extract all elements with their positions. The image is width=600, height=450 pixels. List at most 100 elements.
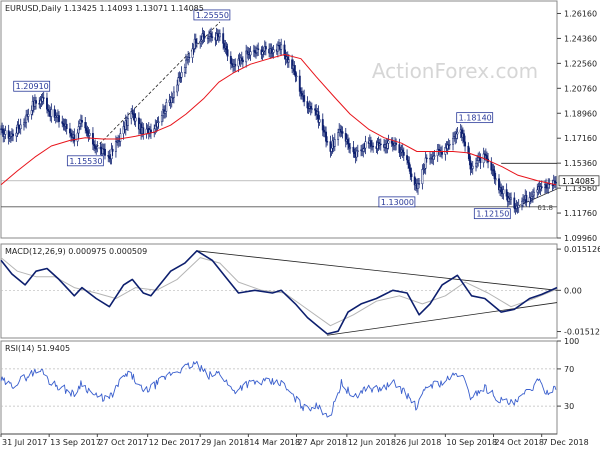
macd-tick-label: 0.015126 xyxy=(564,245,600,254)
candle-body xyxy=(418,183,421,185)
candle-body xyxy=(505,189,508,197)
candle-body xyxy=(401,149,404,153)
candle-body xyxy=(195,42,198,45)
candle-body xyxy=(468,153,471,162)
x-tick-label: 10 Sep 2018 xyxy=(446,438,497,447)
candle-body xyxy=(81,120,83,123)
rsi-tick-label: 100 xyxy=(564,337,579,346)
candle-body xyxy=(521,200,523,206)
candle-body xyxy=(30,110,33,115)
candle-body xyxy=(554,181,557,184)
candle-body xyxy=(533,191,535,196)
candle-body xyxy=(333,139,336,147)
x-tick-label: 12 Jun 2018 xyxy=(348,438,396,447)
rsi-tick-label: 30 xyxy=(564,402,574,411)
candle-body xyxy=(448,143,451,146)
candle-body xyxy=(257,48,260,51)
x-tick-label: 14 Mar 2018 xyxy=(249,438,300,447)
candle-body xyxy=(306,101,309,109)
candle-body xyxy=(253,50,256,53)
candle-body xyxy=(362,148,365,152)
candle-body xyxy=(3,134,6,137)
candle-body xyxy=(356,150,359,152)
candle-body xyxy=(500,187,503,193)
candle-body xyxy=(494,178,497,180)
candle-body xyxy=(283,44,286,56)
candle-body xyxy=(398,144,401,154)
candle-body xyxy=(347,139,349,144)
candle-body xyxy=(218,33,221,38)
candle-body xyxy=(425,157,428,160)
candle-body xyxy=(58,115,60,122)
candle-body xyxy=(270,48,273,54)
candle-body xyxy=(240,57,243,61)
candle-body xyxy=(517,204,520,208)
candle-body xyxy=(493,170,496,180)
candle-body xyxy=(78,123,81,127)
candle-body xyxy=(27,114,30,117)
candle-body xyxy=(502,189,505,194)
candle-body xyxy=(349,146,352,149)
candle-body xyxy=(177,77,180,86)
candle-body xyxy=(61,121,64,124)
x-tick-label: 7 Dec 2018 xyxy=(543,438,589,447)
candle-body xyxy=(216,33,219,36)
x-tick-label: 27 Oct 2017 xyxy=(98,438,147,447)
candle-body xyxy=(479,157,482,164)
price-pane-title: EURUSD,Daily 1.13425 1.14093 1.13071 1.1… xyxy=(5,4,204,13)
price-annotation-label: 1.20910 xyxy=(16,82,49,91)
price-annotation-label: 1.15530 xyxy=(69,157,102,166)
candle-body xyxy=(131,111,134,114)
candle-body xyxy=(199,41,202,44)
candle-body xyxy=(525,195,528,203)
price-tick-label: 1.20760 xyxy=(564,84,597,93)
x-tick-label: 26 Jul 2018 xyxy=(396,438,441,447)
candle-body xyxy=(76,132,79,142)
candle-body xyxy=(339,128,342,132)
candle-body xyxy=(35,100,37,104)
price-tick-label: 1.09960 xyxy=(564,234,597,243)
candle-body xyxy=(490,161,493,171)
macd-tick-label: -0.015126 xyxy=(564,328,600,337)
candle-body xyxy=(441,151,444,155)
last-price-label: 1.14085 xyxy=(562,177,595,186)
candle-body xyxy=(194,38,197,44)
candle-body xyxy=(298,75,301,92)
candle-body xyxy=(65,123,68,130)
candle-body xyxy=(183,67,186,73)
candle-body xyxy=(469,160,472,170)
candle-body xyxy=(46,97,48,110)
x-tick-label: 27 Apr 2018 xyxy=(298,438,347,447)
candle-body xyxy=(372,145,375,148)
candle-body xyxy=(387,140,390,144)
candle-body xyxy=(475,162,477,167)
candle-body xyxy=(476,160,479,164)
candle-body xyxy=(410,173,413,178)
price-tick-label: 1.17160 xyxy=(564,134,597,143)
candle-body xyxy=(310,108,313,110)
candle-body xyxy=(19,124,22,129)
candle-body xyxy=(86,130,89,134)
candle-body xyxy=(108,155,111,159)
candle-body xyxy=(4,130,7,135)
candle-body xyxy=(12,133,14,137)
candle-body xyxy=(303,95,306,102)
candle-body xyxy=(85,127,88,131)
candle-body xyxy=(424,157,427,169)
candle-body xyxy=(545,184,548,189)
candle-body xyxy=(234,63,237,67)
x-tick-label: 12 Dec 2017 xyxy=(149,438,200,447)
candle-body xyxy=(455,133,458,139)
price-tick-label: 1.24360 xyxy=(564,34,597,43)
watermark: ActionForex.com xyxy=(372,59,538,83)
candle-body xyxy=(229,55,232,64)
candle-body xyxy=(77,126,80,134)
candle-body xyxy=(513,197,516,209)
candle-body xyxy=(353,151,356,155)
candle-body xyxy=(241,59,244,63)
candle-body xyxy=(114,141,117,152)
candle-body xyxy=(156,122,159,128)
candle-body xyxy=(160,115,163,123)
x-tick-label: 13 Sep 2017 xyxy=(50,438,101,447)
candle-body xyxy=(99,146,102,150)
